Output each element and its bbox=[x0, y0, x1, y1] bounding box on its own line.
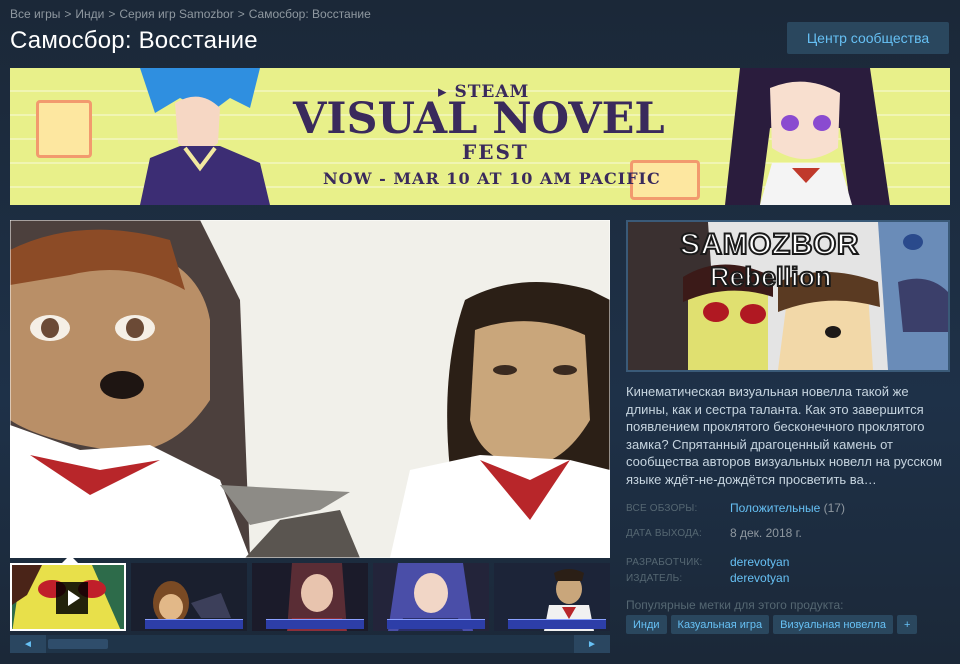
breadcrumb-separator: > bbox=[237, 7, 245, 21]
game-capsule-image: SAMOZBOR Rebellion bbox=[626, 220, 950, 372]
tags-label: Популярные метки для этого продукта: bbox=[626, 598, 844, 612]
banner-character-right bbox=[725, 68, 890, 205]
scroll-left-button[interactable]: ◄ bbox=[10, 635, 46, 653]
thumbnail-dialog-box bbox=[387, 619, 485, 629]
breadcrumb: Все игры > Инди > Серия игр Samozbor > Самосбо… bbox=[10, 7, 371, 21]
thumbnail-dialog-box bbox=[266, 619, 364, 629]
banner-subtitle: FEST bbox=[462, 140, 529, 164]
thumbnail-screenshot[interactable] bbox=[373, 563, 489, 631]
thumbnail-video[interactable] bbox=[10, 563, 126, 631]
breadcrumb-current[interactable]: Самосбор: Восстание bbox=[249, 7, 371, 21]
banner-date: NOW - MAR 10 AT 10 AM PACIFIC bbox=[323, 169, 661, 188]
screenshot-artwork bbox=[10, 220, 610, 558]
active-thumbnail-marker bbox=[62, 555, 78, 563]
thumbnail-strip bbox=[10, 563, 610, 631]
reviews-value[interactable]: Положительные bbox=[730, 501, 820, 515]
scrollbar-handle[interactable] bbox=[48, 639, 108, 649]
breadcrumb-series[interactable]: Серия игр Samozbor bbox=[119, 7, 233, 21]
breadcrumb-all-games[interactable]: Все игры bbox=[10, 7, 60, 21]
publisher-label: ИЗДАТЕЛЬ: bbox=[626, 573, 683, 584]
play-icon bbox=[56, 582, 88, 614]
breadcrumb-indie[interactable]: Инди bbox=[75, 7, 104, 21]
thumbnail-screenshot[interactable] bbox=[494, 563, 610, 631]
reviews-label: ВСЕ ОБЗОРЫ: bbox=[626, 503, 698, 514]
capsule-title-line1: SAMOZBOR bbox=[679, 227, 860, 262]
scroll-right-button[interactable]: ► bbox=[574, 635, 610, 653]
tag-more-button[interactable]: + bbox=[896, 615, 918, 634]
banner-title: VISUAL NOVEL bbox=[293, 94, 665, 144]
tag-casual[interactable]: Казуальная игра bbox=[670, 615, 770, 634]
thumbnail-screenshot[interactable] bbox=[131, 563, 247, 631]
thumbnail-screenshot[interactable] bbox=[252, 563, 368, 631]
breadcrumb-separator: > bbox=[108, 7, 116, 21]
page-title: Самосбор: Восстание bbox=[10, 27, 258, 54]
capsule-title-line2: Rebellion bbox=[709, 261, 833, 293]
main-screenshot[interactable] bbox=[10, 220, 610, 558]
thumbnail-scrollbar[interactable]: ◄ ► bbox=[10, 635, 610, 653]
release-date-value: 8 дек. 2018 г. bbox=[730, 526, 802, 540]
speech-bubble-left bbox=[36, 100, 92, 158]
visual-novel-fest-banner[interactable]: ▸ STEAM VISUAL NOVEL FEST NOW - MAR 10 A… bbox=[10, 68, 950, 205]
community-hub-button[interactable]: Центр сообщества bbox=[787, 22, 949, 54]
reviews-count: (17) bbox=[823, 501, 845, 515]
thumbnail-dialog-box bbox=[145, 619, 243, 629]
game-description: Кинематическая визуальная новелла такой … bbox=[626, 384, 943, 487]
reviews-summary: Положительные (17) bbox=[730, 501, 845, 515]
thumbnail-dialog-box bbox=[508, 619, 606, 629]
tag-visual-novel[interactable]: Визуальная новелла bbox=[773, 615, 893, 634]
developer-label: РАЗРАБОТЧИК: bbox=[626, 557, 703, 568]
release-date-label: ДАТА ВЫХОДА: bbox=[626, 528, 702, 539]
developer-link[interactable]: derevotyan bbox=[730, 555, 789, 569]
publisher-link[interactable]: derevotyan bbox=[730, 571, 789, 585]
tag-indie[interactable]: Инди bbox=[626, 615, 667, 634]
breadcrumb-separator: > bbox=[64, 7, 72, 21]
tags-list: Инди Казуальная игра Визуальная новелла … bbox=[626, 615, 918, 634]
banner-character-left bbox=[140, 68, 270, 205]
